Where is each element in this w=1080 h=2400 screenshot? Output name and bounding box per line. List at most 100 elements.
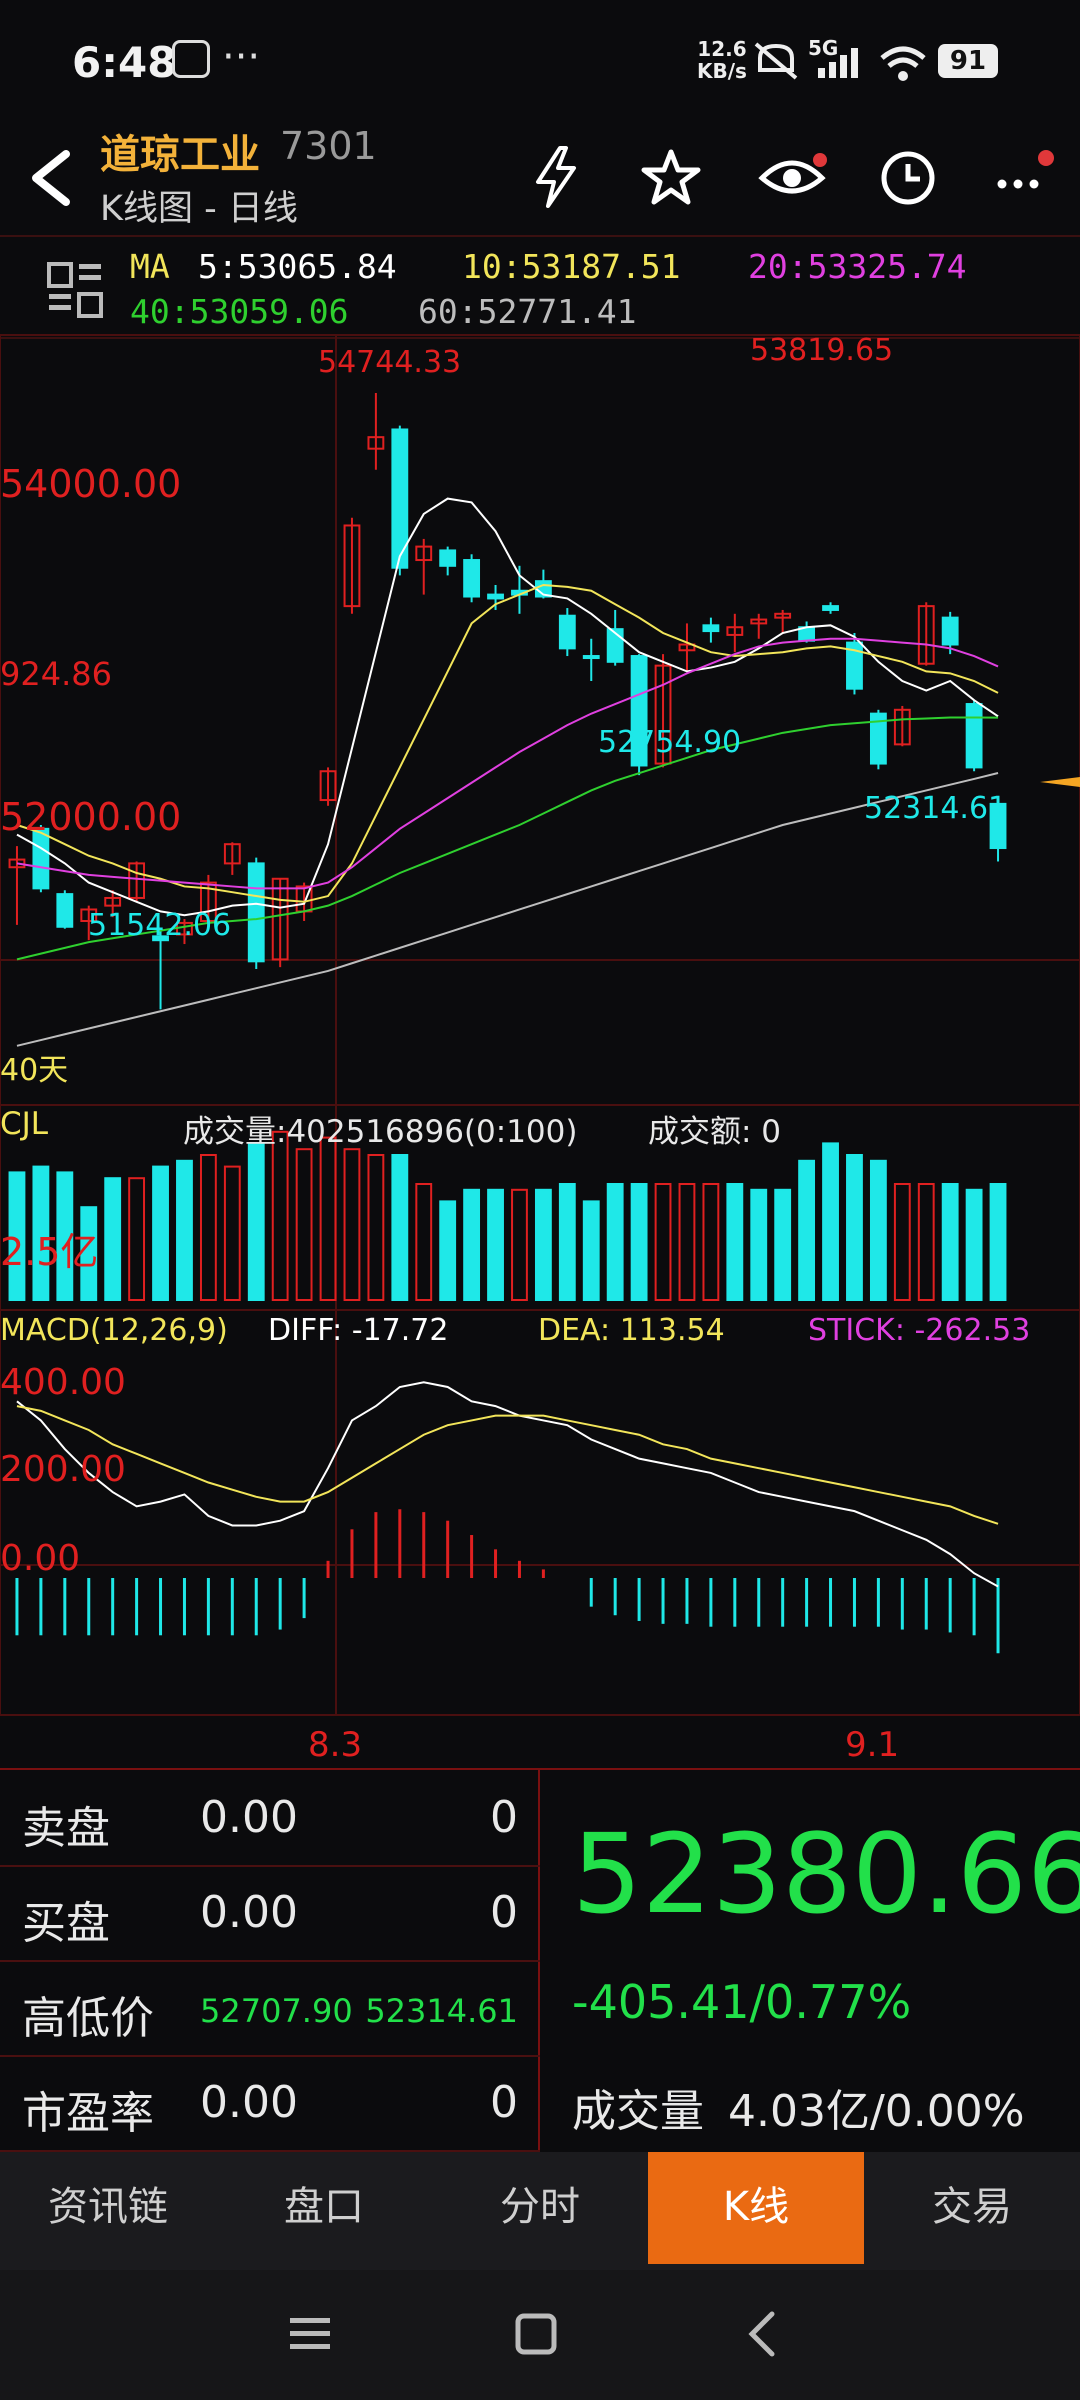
home-icon[interactable]: [514, 2312, 558, 2356]
quote-row-value-1: 0.00: [200, 1792, 298, 1843]
macd-line-diff: [16, 1381, 999, 1588]
diff-value: DIFF: -17.72: [268, 1313, 449, 1348]
wifi-icon: [880, 46, 926, 81]
candle-body: [941, 616, 959, 646]
kline-chart[interactable]: 54000.00 924.86 52000.00 54744.33 53819.65 52…: [0, 235, 1080, 1768]
volume-bar: [582, 1200, 600, 1302]
tab-1[interactable]: 资讯链: [0, 2152, 216, 2270]
quote-volume-value: 4.03亿/0.00%: [728, 2086, 1025, 2137]
volume-bar: [415, 1183, 433, 1301]
volume-bar: [989, 1183, 1007, 1301]
volume-bar: [176, 1159, 193, 1301]
volume-bar: [869, 1159, 887, 1301]
date-label: 8.3: [308, 1725, 362, 1765]
candle-body: [822, 605, 839, 611]
quote-row: 卖盘 0.00 0: [0, 1770, 540, 1867]
quote-row-value-1: 52707.90: [200, 1992, 353, 2030]
dea-value: DEA: 113.54: [538, 1313, 725, 1348]
macd-axis-label: 0.00: [0, 1538, 80, 1579]
high-annotation: 53819.65: [750, 333, 893, 368]
volume-bar: [678, 1183, 696, 1301]
volume-bar: [917, 1183, 935, 1301]
tab-5[interactable]: 交易: [864, 2152, 1080, 2270]
recent-apps-icon[interactable]: [288, 2314, 332, 2354]
quote-row-label: 市盈率: [22, 2088, 154, 2139]
volume-bar: [941, 1183, 959, 1301]
volume-bar: [654, 1183, 672, 1301]
quote-row-value-1: 0.00: [200, 1887, 298, 1938]
quote-volume-label: 成交量: [572, 2086, 704, 2137]
watch-eye-icon[interactable]: [758, 152, 828, 202]
price-change: -405.41/0.77%: [572, 1975, 912, 2029]
macd-axis-label: 400.00: [0, 1362, 126, 1403]
lightning-icon[interactable]: [530, 144, 582, 210]
app-header: 道琼工业 7301 K线图 - 日线: [0, 120, 1080, 235]
app-notification-icon: [172, 40, 210, 78]
volume-bar: [965, 1188, 983, 1301]
price-marker-icon: [1040, 777, 1080, 787]
bottom-tab-bar: 资讯链 盘口 分时 K线 交易: [0, 2152, 1080, 2270]
quote-row: 买盘 0.00 0: [0, 1865, 540, 1962]
back-nav-icon[interactable]: [742, 2310, 782, 2358]
volume-axis-label: 2.5亿: [0, 1230, 98, 1274]
back-arrow-icon[interactable]: [24, 148, 74, 208]
volume-bar: [558, 1183, 576, 1301]
quote-row: 高低价 52707.90 52314.61: [0, 1960, 540, 2057]
net-speed-value: 12.6: [697, 37, 747, 61]
volume-bar: [128, 1177, 146, 1302]
period-label: 40天: [0, 1053, 69, 1088]
volume-bar: [391, 1154, 409, 1301]
volume-bar: [199, 1154, 217, 1301]
stick-value: STICK: -262.53: [808, 1313, 1031, 1348]
quote-row-value-2: 0: [490, 2077, 518, 2128]
signal-icon: [818, 48, 858, 78]
amount-text: 成交额: 0: [648, 1114, 782, 1150]
tab-3[interactable]: 分时: [432, 2152, 648, 2270]
favorite-star-icon[interactable]: [640, 148, 702, 208]
volume-bar: [798, 1159, 816, 1301]
volume-bar: [893, 1183, 911, 1301]
quote-row-value-2: 52314.61: [365, 1992, 518, 2030]
stock-name: 道琼工业: [100, 132, 260, 178]
volume-bar: [606, 1183, 624, 1301]
mute-icon: [754, 42, 798, 80]
volume-bar: [295, 1148, 313, 1302]
tab-2[interactable]: 盘口: [216, 2152, 432, 2270]
quote-row-value-2: 0: [490, 1792, 518, 1843]
tab-4[interactable]: K线: [648, 2152, 864, 2264]
price-axis-label: 924.86: [0, 655, 112, 693]
stock-code: 7301: [280, 124, 377, 168]
volume-bar: [511, 1188, 528, 1301]
system-nav-bar: [0, 2270, 1080, 2400]
battery-icon: 91: [938, 44, 998, 78]
net-speed: 12.6 KB/s: [697, 38, 747, 82]
candle-body: [582, 655, 600, 660]
volume-bar: [439, 1200, 457, 1302]
candle-body: [558, 614, 576, 650]
macd-panel: [15, 1381, 1000, 1654]
volume-bar: [534, 1188, 552, 1301]
date-label: 9.1: [845, 1725, 899, 1765]
chart-grid: [0, 334, 1080, 1716]
candle-body: [247, 862, 265, 963]
volume-bar: [152, 1165, 169, 1301]
history-clock-icon[interactable]: [878, 148, 938, 208]
volume-bar: [223, 1165, 241, 1301]
volume-bar: [846, 1154, 863, 1301]
low-annotation: 52314.61: [864, 791, 1007, 826]
candle-body: [965, 703, 983, 769]
macd-label: MACD(12,26,9): [0, 1313, 228, 1348]
volume-bar: [702, 1183, 720, 1301]
price-axis-label: 52000.00: [0, 795, 181, 839]
candle-body: [463, 559, 481, 598]
volume-bar: [822, 1142, 839, 1302]
macd-axis-label: 200.00: [0, 1449, 126, 1490]
volume-bar: [463, 1188, 481, 1301]
macd-line-dea: [16, 1405, 999, 1525]
more-menu-icon[interactable]: [994, 148, 1060, 198]
ma-line-ma5: [16, 497, 999, 917]
volume-bar: [319, 1136, 337, 1301]
quote-row: 市盈率 0.00 0: [0, 2055, 540, 2152]
volume-bar: [630, 1183, 648, 1301]
volume-bar: [104, 1177, 122, 1302]
